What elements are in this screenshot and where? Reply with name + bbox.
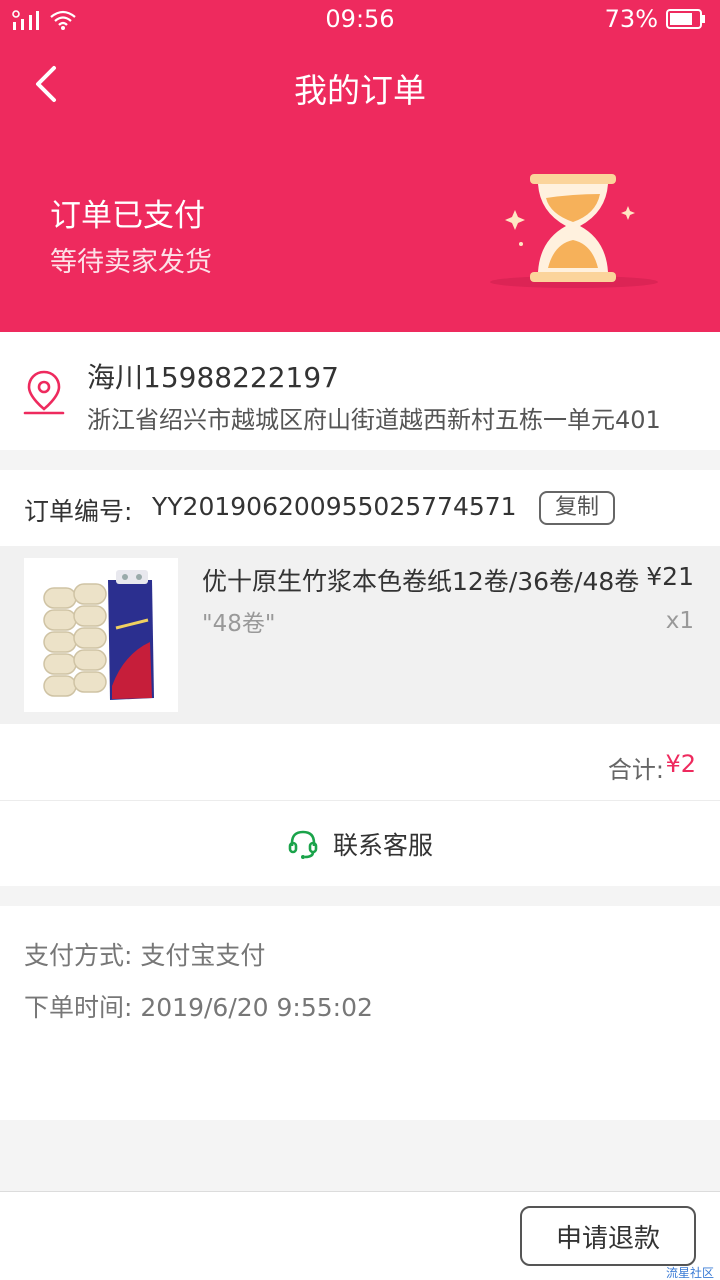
- total-value: ¥2: [665, 750, 696, 778]
- headset-icon: [288, 830, 318, 859]
- battery-icon: [666, 9, 705, 29]
- product-item[interactable]: 优十原生竹浆本色卷纸12卷/36卷/48卷 ¥21 "48卷" x1: [0, 546, 720, 724]
- status-icons-right: 73%: [605, 5, 706, 33]
- order-total-row: 合计: ¥2: [0, 724, 720, 801]
- recipient-name-phone: 海川15988222197: [87, 361, 339, 394]
- header: 我的订单: [0, 40, 720, 132]
- watermark: 流星社区: [665, 1266, 714, 1280]
- product-price: ¥21: [646, 562, 694, 591]
- product-image: [24, 558, 178, 712]
- bottom-action-bar: 申请退款: [0, 1191, 720, 1280]
- order-number-value: YY2019062009550257745​71: [152, 492, 517, 521]
- payment-method: 支付方式: 支付宝支付: [24, 941, 266, 970]
- status-bar: 09:56 73%: [0, 0, 720, 40]
- location-pin-icon: [23, 370, 65, 415]
- battery-percent: 73%: [604, 5, 658, 33]
- order-status-banner: 订单已支付 等待卖家发货: [0, 132, 720, 332]
- contact-service-inner: 联系客服: [0, 826, 720, 862]
- shipping-address-card[interactable]: 海川15988222197 浙江省绍兴市越城区府山街道越西新村五栋一单元401: [0, 332, 720, 450]
- product-name: 优十原生竹浆本色卷纸12卷/36卷/48卷: [202, 567, 640, 596]
- order-card: 订单编号: YY2019062009550257745​71 复制: [0, 470, 720, 886]
- copy-order-number-button[interactable]: 复制: [539, 491, 615, 525]
- order-number-row: 订单编号: YY2019062009550257745​71 复制: [0, 470, 720, 546]
- hourglass-icon: [490, 174, 658, 288]
- order-status-subtitle: 等待卖家发货: [50, 247, 212, 278]
- contact-service-label: 联系客服: [332, 831, 433, 860]
- page-title: 我的订单: [294, 71, 426, 110]
- total-label: 合计:: [607, 756, 664, 784]
- toilet-paper-image: [24, 558, 178, 712]
- contact-service-button[interactable]: 联系客服: [0, 802, 720, 886]
- product-quantity: x1: [665, 608, 694, 634]
- apply-refund-button[interactable]: 申请退款: [520, 1206, 696, 1266]
- order-time: 下单时间: 2019/6/20 9:55:02: [24, 993, 373, 1022]
- order-status-title: 订单已支付: [50, 198, 205, 234]
- recipient-address: 浙江省绍兴市越城区府山街道越西新村五栋一单元401: [87, 406, 661, 434]
- product-spec: "48卷": [202, 611, 276, 637]
- payment-info-card: 支付方式: 支付宝支付 下单时间: 2019/6/20 9:55:02: [0, 906, 720, 1120]
- order-number-label: 订单编号:: [24, 497, 133, 526]
